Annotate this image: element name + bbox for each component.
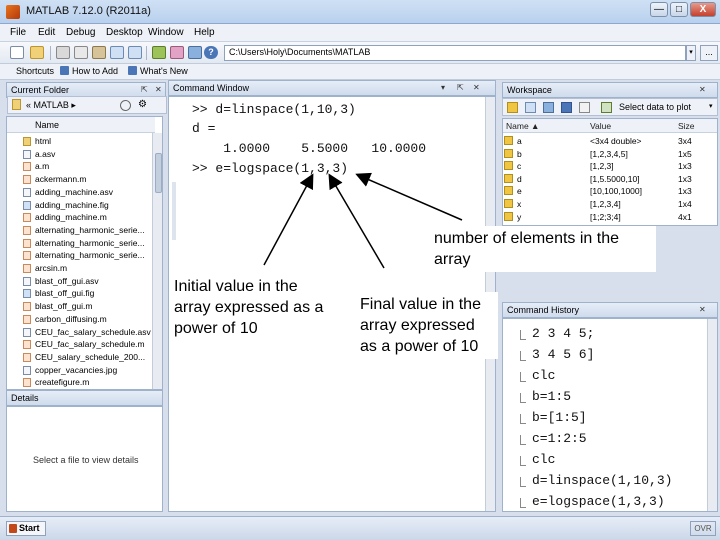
arrow-number-of-elements	[355, 172, 463, 221]
arrow-initial-value	[263, 173, 314, 266]
arrow-final-value	[328, 173, 385, 269]
start-icon	[9, 524, 17, 533]
start-label: Start	[19, 523, 40, 533]
status-bar: Start OVR	[0, 516, 720, 540]
annotation-initial-value: Initial value in the array expressed as …	[172, 274, 336, 341]
ovr-indicator: OVR	[690, 521, 716, 536]
annotation-number-of-elements: number of elements in the array	[430, 226, 656, 272]
annotation-final-value: Final value in the array expressed as a …	[358, 292, 498, 359]
start-button[interactable]: Start	[6, 521, 46, 536]
